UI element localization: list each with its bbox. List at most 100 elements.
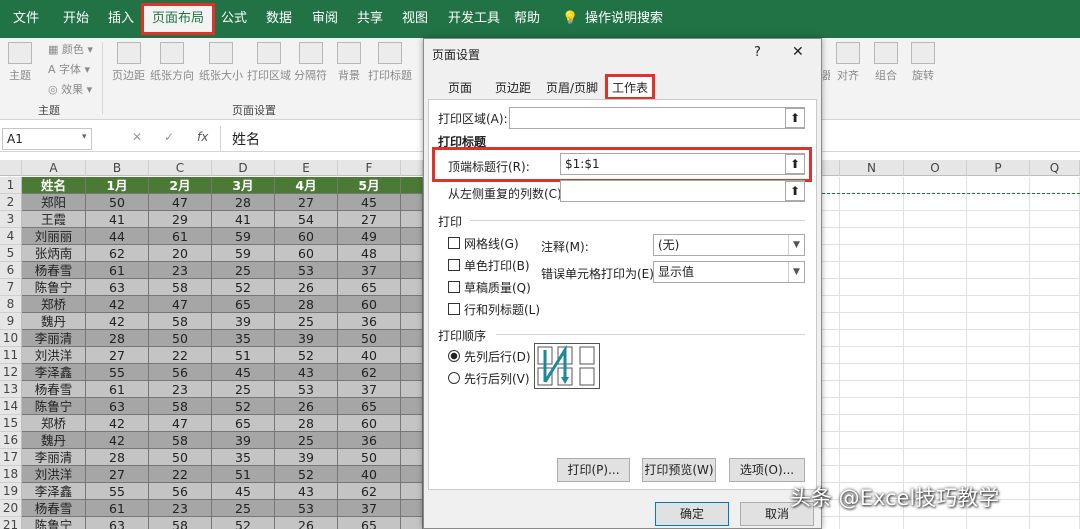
fonts-button[interactable]: A 字体 ▾: [48, 61, 90, 77]
table-cell[interactable]: 52: [212, 517, 275, 529]
table-cell[interactable]: 61: [149, 228, 212, 245]
empty-cell[interactable]: [1030, 245, 1080, 262]
empty-cell[interactable]: [840, 398, 904, 415]
header-cell[interactable]: 姓名: [22, 177, 86, 194]
left-cols-input[interactable]: [560, 180, 805, 202]
table-cell[interactable]: 55: [86, 483, 149, 500]
row-header[interactable]: 15: [0, 415, 22, 432]
empty-cell[interactable]: [822, 432, 840, 449]
empty-cell[interactable]: [822, 211, 840, 228]
table-cell[interactable]: 65: [212, 296, 275, 313]
orientation-button[interactable]: 纸张方向: [150, 42, 194, 83]
gridlines-checkbox[interactable]: [448, 237, 460, 249]
table-cell[interactable]: 40: [338, 347, 401, 364]
table-cell[interactable]: 52: [275, 347, 338, 364]
empty-cell[interactable]: [967, 398, 1030, 415]
table-cell[interactable]: [401, 415, 423, 432]
col-header-c[interactable]: C: [149, 160, 212, 176]
empty-cell[interactable]: [904, 194, 967, 211]
row-header[interactable]: 16: [0, 432, 22, 449]
table-cell[interactable]: 张炳南: [22, 245, 86, 262]
table-cell[interactable]: 55: [86, 364, 149, 381]
table-cell[interactable]: 35: [212, 330, 275, 347]
empty-cell[interactable]: [1030, 449, 1080, 466]
menu-review[interactable]: 审阅: [312, 0, 338, 38]
empty-cell[interactable]: [904, 432, 967, 449]
header-cell[interactable]: 1月: [86, 177, 149, 194]
empty-cell[interactable]: [904, 296, 967, 313]
table-cell[interactable]: 魏丹: [22, 313, 86, 330]
empty-cell[interactable]: [1030, 347, 1080, 364]
size-button[interactable]: 纸张大小: [199, 42, 243, 83]
table-cell[interactable]: [401, 194, 423, 211]
empty-cell[interactable]: [840, 228, 904, 245]
top-rows-collapse-button[interactable]: ⬆: [785, 154, 805, 174]
tab-header-footer[interactable]: 页眉/页脚: [541, 77, 603, 99]
empty-cell[interactable]: [967, 449, 1030, 466]
empty-cell[interactable]: [904, 381, 967, 398]
table-cell[interactable]: 23: [149, 381, 212, 398]
empty-cell[interactable]: [822, 279, 840, 296]
rotate-button[interactable]: 旋转: [911, 42, 935, 83]
menu-data[interactable]: 数据: [266, 0, 292, 38]
table-cell[interactable]: 58: [149, 313, 212, 330]
print-area-button[interactable]: 打印区域: [247, 42, 291, 83]
empty-cell[interactable]: [904, 517, 967, 529]
table-cell[interactable]: 郑桥: [22, 415, 86, 432]
table-cell[interactable]: 27: [275, 194, 338, 211]
empty-cell[interactable]: [822, 330, 840, 347]
table-cell[interactable]: [401, 364, 423, 381]
table-cell[interactable]: 60: [275, 245, 338, 262]
table-cell[interactable]: [401, 483, 423, 500]
menu-formulas[interactable]: 公式: [221, 0, 247, 38]
tab-sheet[interactable]: 工作表: [605, 74, 655, 100]
empty-cell[interactable]: [822, 313, 840, 330]
ribbon-partial-button[interactable]: 器: [822, 42, 830, 83]
empty-cell[interactable]: [967, 415, 1030, 432]
print-area-input[interactable]: [509, 107, 805, 129]
table-cell[interactable]: [401, 211, 423, 228]
name-box[interactable]: A1: [2, 128, 92, 150]
table-cell[interactable]: 39: [212, 432, 275, 449]
empty-cell[interactable]: [1030, 483, 1080, 500]
empty-cell[interactable]: [822, 296, 840, 313]
themes-button[interactable]: 主题: [8, 42, 32, 83]
table-cell[interactable]: 47: [149, 415, 212, 432]
table-cell[interactable]: [401, 245, 423, 262]
empty-cell[interactable]: [822, 398, 840, 415]
header-cell[interactable]: [401, 177, 423, 194]
table-cell[interactable]: 29: [149, 211, 212, 228]
empty-cell[interactable]: [967, 347, 1030, 364]
enter-icon[interactable]: ✓: [164, 130, 174, 144]
group-button[interactable]: 组合: [874, 42, 898, 83]
table-cell[interactable]: 26: [275, 398, 338, 415]
errors-select[interactable]: 显示值 ▼: [653, 261, 805, 283]
empty-cell[interactable]: [904, 245, 967, 262]
table-cell[interactable]: 43: [275, 364, 338, 381]
table-cell[interactable]: 刘洪洋: [22, 466, 86, 483]
menu-help[interactable]: 帮助: [514, 0, 540, 38]
empty-cell[interactable]: [840, 330, 904, 347]
table-cell[interactable]: 51: [212, 347, 275, 364]
empty-cell[interactable]: [1030, 381, 1080, 398]
table-cell[interactable]: 李泽鑫: [22, 364, 86, 381]
table-cell[interactable]: 陈鲁宁: [22, 517, 86, 529]
empty-cell[interactable]: [1030, 228, 1080, 245]
empty-cell[interactable]: [1030, 194, 1080, 211]
table-cell[interactable]: 陈鲁宁: [22, 398, 86, 415]
empty-cell[interactable]: [967, 177, 1030, 194]
select-all-corner[interactable]: [0, 160, 22, 176]
empty-cell[interactable]: [822, 381, 840, 398]
table-cell[interactable]: 36: [338, 313, 401, 330]
table-cell[interactable]: 22: [149, 466, 212, 483]
table-cell[interactable]: 刘洪洋: [22, 347, 86, 364]
empty-cell[interactable]: [1030, 279, 1080, 296]
table-cell[interactable]: 26: [275, 279, 338, 296]
table-cell[interactable]: [401, 449, 423, 466]
row-header[interactable]: 1: [0, 177, 22, 194]
empty-cell[interactable]: [967, 432, 1030, 449]
empty-cell[interactable]: [967, 262, 1030, 279]
table-cell[interactable]: 65: [338, 398, 401, 415]
empty-cell[interactable]: [840, 432, 904, 449]
empty-cell[interactable]: [822, 228, 840, 245]
